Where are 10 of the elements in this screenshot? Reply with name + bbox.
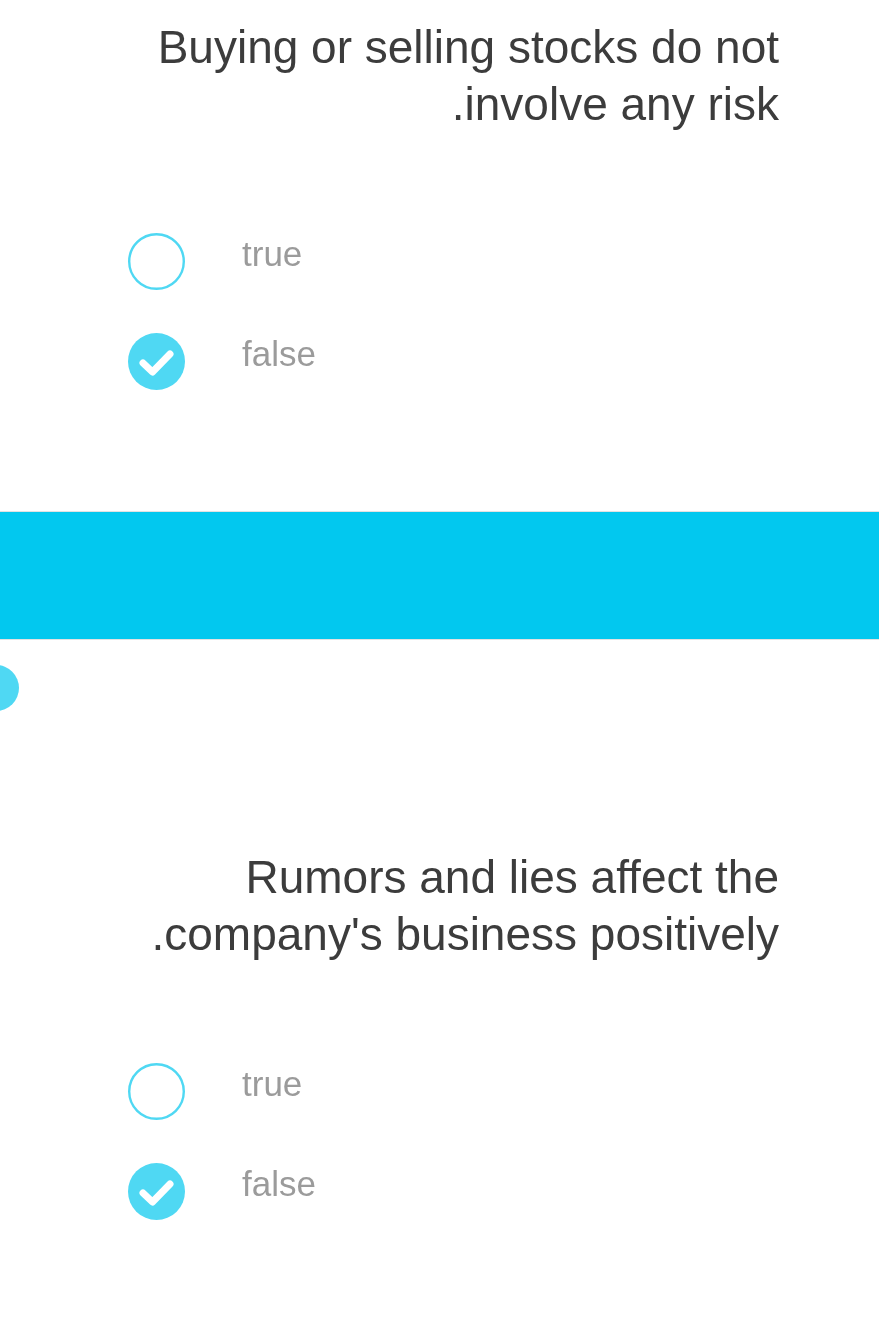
question-text: Rumors and lies affect the .company's business positively xyxy=(151,851,779,960)
question-text: Buying or selling stocks do not .involve any risk xyxy=(157,21,779,130)
option-label[interactable]: false xyxy=(242,1164,316,1204)
radio-button[interactable] xyxy=(128,232,185,290)
option-label[interactable]: true xyxy=(242,1064,303,1104)
radio-button[interactable] xyxy=(128,1062,185,1120)
option-label[interactable]: false xyxy=(242,334,316,374)
option-label[interactable]: true xyxy=(242,234,303,274)
radio-button[interactable] xyxy=(128,1162,185,1220)
radio-button[interactable] xyxy=(128,332,185,390)
